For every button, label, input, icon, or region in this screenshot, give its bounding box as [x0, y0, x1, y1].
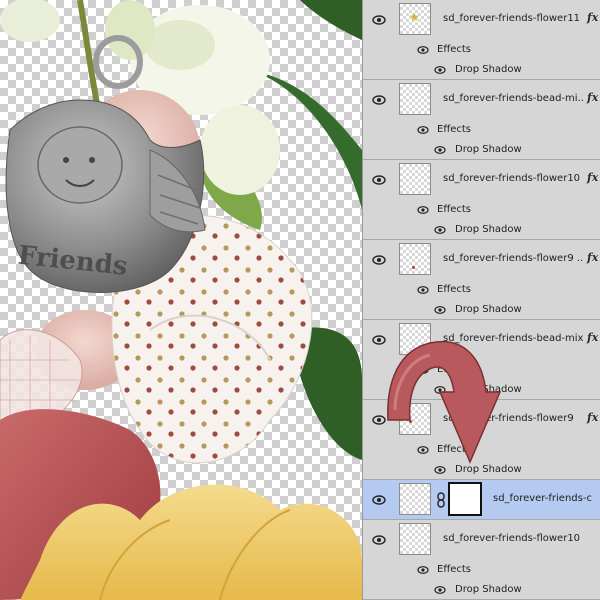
drop-shadow-row[interactable]: Drop Shadow [363, 140, 600, 160]
layer-thumbnail [399, 323, 431, 355]
drop-shadow-label: Drop Shadow [455, 584, 522, 595]
eye-icon[interactable] [372, 173, 386, 187]
layer-thumbnail: ★ [399, 3, 431, 35]
layer-main-row[interactable]: sd_forever-friends-flower9 fx [363, 400, 600, 440]
scrapbook-artwork: Friends [0, 0, 362, 600]
eye-icon[interactable] [434, 384, 446, 396]
drop-shadow-row[interactable]: Drop Shadow [363, 380, 600, 400]
layer-row[interactable]: sd_forever-friends-flower10 Effects Drop… [363, 520, 600, 600]
effects-row[interactable]: Effects [363, 200, 600, 220]
effects-row[interactable]: Effects [363, 120, 600, 140]
fx-icon[interactable]: fx [587, 251, 598, 264]
document-canvas[interactable]: Friends [0, 0, 362, 600]
layer-row[interactable]: sd_forever-friends-flower10 fx Effects D… [363, 160, 600, 240]
drop-shadow-row[interactable]: Drop Shadow [363, 460, 600, 480]
effects-label: Effects [437, 204, 471, 215]
layer-thumbnail [399, 243, 431, 275]
layer-name: sd_forever-friends-bead-mix [443, 333, 583, 344]
eye-icon[interactable] [434, 144, 446, 156]
white-rose [0, 0, 60, 42]
layer-name: sd_forever-friends-flower9 ... [443, 253, 583, 264]
drop-shadow-row[interactable]: Drop Shadow [363, 220, 600, 240]
layer-mask-thumbnail[interactable] [448, 482, 482, 516]
layer-name: sd_forever-friends-flower10 [443, 173, 581, 184]
effects-label: Effects [437, 124, 471, 135]
eye-icon[interactable] [434, 464, 446, 476]
fx-icon[interactable]: fx [587, 91, 598, 104]
layer-main-row[interactable]: sd_forever-friends-flower10 [363, 520, 600, 560]
drop-shadow-row[interactable]: Drop Shadow [363, 60, 600, 80]
effects-label: Effects [437, 284, 471, 295]
chain-link-icon[interactable] [436, 492, 446, 508]
effects-label: Effects [437, 44, 471, 55]
eye-icon[interactable] [372, 533, 386, 547]
layer-name: sd_forever-friends-flower9 [443, 413, 574, 424]
drop-shadow-label: Drop Shadow [455, 464, 522, 475]
effects-row[interactable]: Effects [363, 560, 600, 580]
layer-name: sd_forever-friends-flower10 [443, 533, 581, 544]
layer-main-row[interactable]: sd_forever-friends-flower10 fx [363, 160, 600, 200]
drop-shadow-label: Drop Shadow [455, 144, 522, 155]
fx-icon[interactable]: fx [587, 331, 598, 344]
dark-leaf [300, 0, 362, 40]
effects-row[interactable]: Effects [363, 440, 600, 460]
drop-shadow-row[interactable]: Drop Shadow [363, 300, 600, 320]
layer-row[interactable]: sd_forever-friends-flower9 ... fx Effect… [363, 240, 600, 320]
layer-thumbnail [399, 523, 431, 555]
layer-row[interactable]: sd_forever-friends-flower9 fx Effects Dr… [363, 400, 600, 480]
effects-label: Effects [437, 364, 471, 375]
drop-shadow-label: Drop Shadow [455, 304, 522, 315]
effects-label: Effects [437, 564, 471, 575]
eye-icon[interactable] [434, 304, 446, 316]
layer-row[interactable]: sd_forever-friends-bead-mix fx Effects D… [363, 320, 600, 400]
layer-name: sd_forever-friends-bead-mi... [443, 93, 583, 104]
layer-main-row[interactable]: sd_forever-friends-bead-mi... fx [363, 80, 600, 120]
drop-shadow-row[interactable]: Drop Shadow [363, 580, 600, 600]
effects-row[interactable]: Effects [363, 280, 600, 300]
effects-row[interactable]: Effects [363, 40, 600, 60]
eye-icon[interactable] [417, 124, 429, 136]
layer-row[interactable]: ★ sd_forever-friends-flower11 fx Effects… [363, 0, 600, 80]
eye-icon[interactable] [417, 564, 429, 576]
eye-icon[interactable] [372, 13, 386, 27]
drop-shadow-label: Drop Shadow [455, 224, 522, 235]
fx-icon[interactable]: fx [587, 411, 598, 424]
layer-name: sd_forever-friends-flower11 [443, 13, 581, 24]
layers-panel: ★ sd_forever-friends-flower11 fx Effects… [362, 0, 600, 600]
star-icon: ★ [409, 10, 420, 24]
drop-shadow-label: Drop Shadow [455, 64, 522, 75]
layer-thumbnail [399, 163, 431, 195]
eye-icon[interactable] [417, 284, 429, 296]
eye-icon[interactable] [434, 64, 446, 76]
eye-icon[interactable] [417, 44, 429, 56]
layer-thumbnail [399, 403, 431, 435]
layer-thumbnail [399, 83, 431, 115]
effects-label: Effects [437, 444, 471, 455]
eye-icon[interactable] [372, 93, 386, 107]
layer-thumbnail [399, 483, 431, 515]
layer-name: sd_forever-friends-c... [493, 493, 593, 504]
eye-icon[interactable] [434, 584, 446, 596]
white-rose [200, 105, 280, 195]
eye-icon[interactable] [434, 224, 446, 236]
eye-icon[interactable] [417, 444, 429, 456]
fx-icon[interactable]: fx [587, 11, 598, 24]
layer-main-row[interactable]: sd_forever-friends-bead-mix fx [363, 320, 600, 360]
drop-shadow-label: Drop Shadow [455, 384, 522, 395]
eye-icon[interactable] [372, 413, 386, 427]
effects-row[interactable]: Effects [363, 360, 600, 380]
white-rose [105, 0, 155, 60]
layer-main-row[interactable]: ★ sd_forever-friends-flower11 fx [363, 0, 600, 40]
layer-row[interactable]: sd_forever-friends-bead-mi... fx Effects… [363, 80, 600, 160]
selected-adjustment-layer[interactable]: sd_forever-friends-c... [363, 480, 600, 520]
eye-icon[interactable] [417, 364, 429, 376]
layer-main-row[interactable]: sd_forever-friends-flower9 ... fx [363, 240, 600, 280]
eye-icon[interactable] [417, 204, 429, 216]
eye-icon[interactable] [372, 253, 386, 267]
eye-icon[interactable] [372, 493, 386, 507]
eye-icon[interactable] [372, 333, 386, 347]
fx-icon[interactable]: fx [587, 171, 598, 184]
